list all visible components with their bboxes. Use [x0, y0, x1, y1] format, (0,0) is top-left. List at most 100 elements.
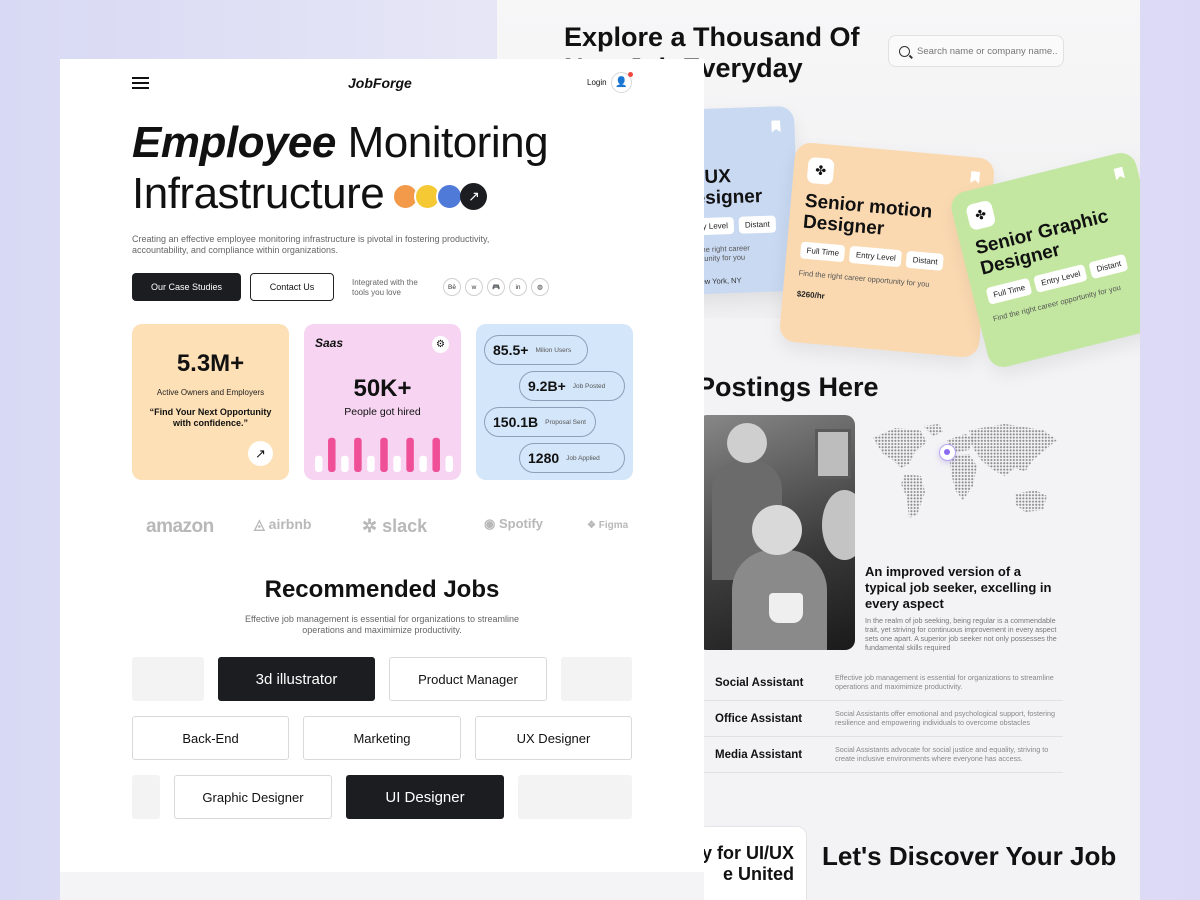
amazon-logo: amazon — [146, 516, 214, 537]
hired-bar — [406, 437, 414, 472]
postings-title: Postings Here — [697, 372, 879, 402]
job-chip-ui-designer[interactable]: UI Designer — [346, 775, 504, 819]
role-name: Office Assistant — [715, 712, 803, 725]
bookmark-icon[interactable] — [970, 171, 980, 184]
job-chip-3d-illustrator[interactable]: 3d illustrator — [218, 657, 375, 701]
dribbble-icon[interactable]: ◍ — [531, 278, 549, 296]
spotify-logo: ◉ Spotify — [484, 516, 544, 531]
metric-label: Job Posted — [572, 382, 606, 390]
job-pay: $260/hr — [796, 289, 826, 301]
role-row[interactable]: Social Assistant Effective job managemen… — [697, 665, 1063, 701]
search-box[interactable]: Search name or company name.. — [888, 35, 1064, 67]
job-tag: Distant — [738, 215, 777, 234]
job-tag: Distant — [906, 250, 945, 271]
stat-label: Active Owners and Employers — [156, 388, 265, 397]
stat-value: 5.3M+ — [176, 350, 245, 377]
arrow-up-right-icon[interactable]: ↗ — [460, 183, 488, 210]
metric-pill: 1280 Job Applied — [519, 443, 625, 473]
hired-bar — [354, 437, 362, 472]
logo[interactable]: JobForge — [348, 75, 412, 91]
metric-label: Proposal Sent — [545, 418, 586, 426]
figma-icon: ❖ — [587, 520, 599, 531]
top-nav: JobForge Login 👤 — [132, 72, 633, 95]
stat-card-owners: 5.3M+ Active Owners and Employers “Find … — [132, 324, 289, 480]
menu-icon[interactable] — [132, 77, 149, 89]
avatar — [436, 183, 464, 210]
job-tag: Entry Level — [1033, 263, 1089, 293]
metric-value: 85.5+ — [493, 342, 529, 358]
metric-label: Job Applied — [566, 454, 600, 462]
metric-pill: 85.5+ Milion Users — [484, 335, 588, 365]
role-desc: Effective job management is essential fo… — [835, 673, 1054, 691]
job-chip-back-end[interactable]: Back-End — [132, 716, 289, 760]
job-tag: Full Time — [985, 277, 1033, 305]
metric-pill: 9.2B+ Job Posted — [519, 371, 625, 401]
airbnb-logo: ◬ airbnb — [254, 516, 312, 532]
search-icon — [899, 45, 910, 57]
job-tag: Full Time — [799, 241, 846, 263]
saas-label: Saas — [315, 336, 344, 350]
map-pin-icon[interactable] — [939, 444, 956, 461]
role-row[interactable]: Media Assistant Social Assistants advoca… — [697, 737, 1063, 773]
job-chip-ux-designer[interactable]: UX Designer — [475, 716, 632, 760]
job-tag: Distant — [1088, 253, 1129, 280]
hired-bar — [315, 455, 323, 472]
search-input[interactable]: Search name or company name.. — [917, 46, 1057, 57]
bookmark-icon[interactable] — [1113, 167, 1125, 181]
slack-logo: ✲ slack — [362, 516, 428, 536]
linkedin-icon[interactable]: in — [509, 278, 527, 296]
job-tag: Entry Level — [849, 245, 903, 268]
integrated-text: Integrated with the tools you love — [352, 278, 418, 297]
login-link[interactable]: Login — [587, 78, 607, 87]
hired-bar — [380, 437, 388, 472]
discover-card[interactable]: y for UI/UX e United — [697, 826, 807, 900]
arrow-up-right-icon[interactable]: ↗ — [248, 441, 273, 466]
job-card-title: Senior motion Designer — [802, 190, 934, 240]
discover-title: Let's Discover Your Job — [822, 841, 1117, 871]
case-studies-button[interactable]: Our Case Studies — [132, 273, 241, 301]
role-row[interactable]: Office Assistant Social Assistants offer… — [697, 701, 1063, 737]
job-chip-graphic-designer[interactable]: Graphic Designer — [174, 775, 332, 819]
stat-card-metrics: 85.5+ Milion Users 9.2B+ Job Posted 150.… — [476, 324, 633, 480]
brand-logos: amazon ◬ airbnb ✲ slack ◉ Spotify ❖ Figm… — [132, 512, 632, 540]
role-desc: Social Assistants advocate for social ju… — [835, 745, 1049, 763]
metric-value: 9.2B+ — [528, 378, 566, 394]
recommended-desc: Effective job management is essential fo… — [245, 614, 519, 635]
stat-label: People got hired — [344, 406, 421, 418]
hero-description: Creating an effective employee monitorin… — [132, 234, 490, 255]
job-chip-placeholder — [132, 657, 204, 701]
front-landing-panel: JobForge Login 👤 Employee Monitoring Inf… — [60, 59, 704, 900]
hired-bar — [367, 455, 375, 472]
job-chip-product-manager[interactable]: Product Manager — [389, 657, 547, 701]
job-card-desc: Find the right career opportunity for yo… — [798, 268, 930, 289]
hired-bar — [419, 455, 427, 472]
hero-italic: Employee — [132, 118, 336, 167]
bookmark-icon[interactable] — [771, 120, 780, 132]
stat-value: 50K+ — [353, 375, 412, 402]
stat-quote: “Find Your Next Opportunity with confide… — [149, 407, 272, 428]
job-chip-placeholder — [561, 657, 632, 701]
hero-title: Employee Monitoring Infrastructure ↗ — [132, 117, 549, 219]
hero-word: Monitoring — [347, 118, 549, 167]
airbnb-icon: ◬ — [254, 516, 269, 532]
webflow-icon[interactable]: w — [465, 278, 483, 296]
hired-bar — [328, 437, 336, 472]
hired-bar — [445, 455, 453, 472]
stat-card-hired: Saas ⚙ 50K+ People got hired — [304, 324, 461, 480]
improved-desc: In the realm of job seeking, being regul… — [865, 616, 1057, 652]
role-name: Media Assistant — [715, 748, 803, 761]
gear-icon[interactable]: ⚙ — [432, 336, 449, 353]
hired-bar — [341, 455, 349, 472]
tool-icons: Bē w 🎮 in ◍ — [443, 278, 549, 296]
world-map — [873, 424, 1057, 518]
team-photo — [697, 415, 855, 650]
contact-us-button[interactable]: Contact Us — [250, 273, 334, 301]
behance-icon[interactable]: Bē — [443, 278, 461, 296]
hero-line2: Infrastructure — [132, 169, 385, 218]
avatar-group: ↗ — [392, 183, 488, 210]
role-desc: Social Assistants offer emotional and ps… — [835, 709, 1056, 727]
figma-logo: ❖ Figma — [587, 520, 629, 531]
improved-title: An improved version of a typical job see… — [865, 564, 1052, 611]
discord-icon[interactable]: 🎮 — [487, 278, 505, 296]
job-chip-marketing[interactable]: Marketing — [303, 716, 461, 760]
